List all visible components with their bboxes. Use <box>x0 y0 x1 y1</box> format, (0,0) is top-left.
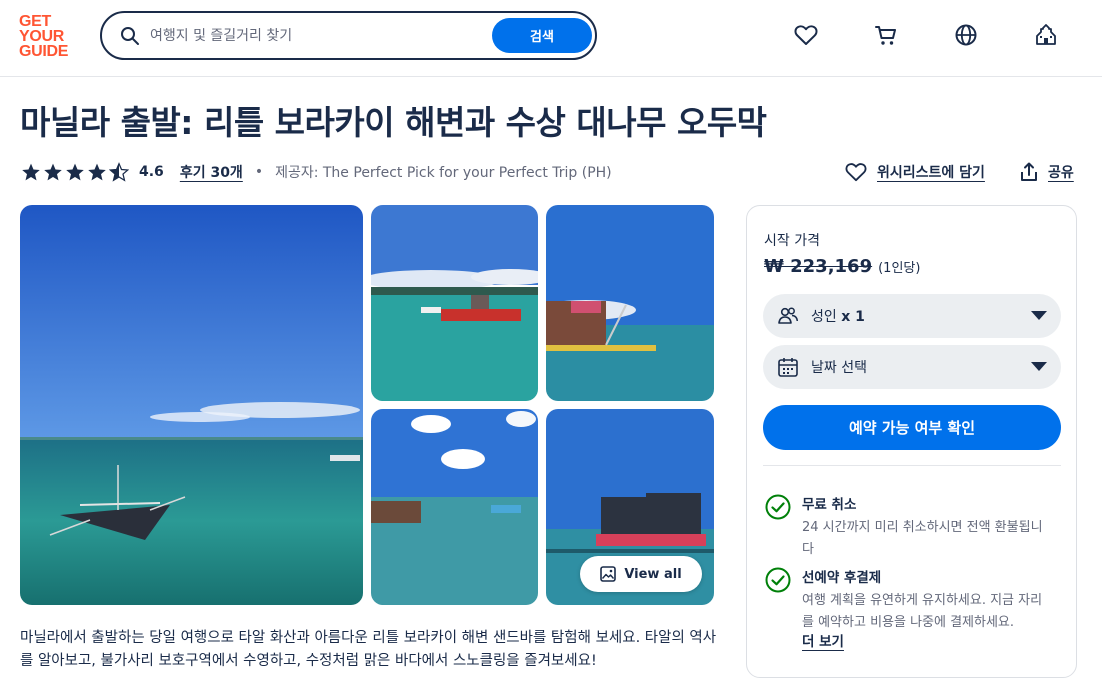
view-all-label: View all <box>624 566 682 582</box>
participants-type: 성인 <box>811 309 837 325</box>
reviews-link[interactable]: 후기 30개 <box>180 162 243 182</box>
participants-icon <box>778 307 799 324</box>
gallery-photo[interactable] <box>371 205 538 401</box>
price-label: 시작 가격 <box>764 233 820 249</box>
participants-label: 성인 x 1 <box>811 306 865 326</box>
gallery-photo-main[interactable] <box>20 205 363 605</box>
wishlist-button[interactable]: 위시리스트에 담기 <box>845 158 985 186</box>
gallery-photo[interactable] <box>371 409 538 605</box>
separator-dot: • <box>254 164 264 180</box>
date-select[interactable]: 날짜 선택 <box>763 345 1061 389</box>
globe-icon[interactable] <box>953 22 979 48</box>
top-header: GET YOUR GUIDE 검색 <box>0 0 1102 77</box>
search-button[interactable]: 검색 <box>492 18 592 53</box>
logo-line: YOUR <box>19 28 65 45</box>
price-value: ₩ 223,169 <box>764 256 873 277</box>
participants-count: x 1 <box>841 309 865 325</box>
booking-card: 시작 가격 ₩ 223,169 (1인당) 성인 x 1 날짜 선택 예약 가능… <box>746 205 1077 678</box>
star-icon <box>22 163 40 181</box>
star-icon <box>44 163 62 181</box>
chevron-down-icon <box>1031 311 1047 320</box>
read-more-link[interactable]: 더 보기 <box>802 630 844 650</box>
share-button[interactable]: 공유 <box>1020 158 1074 186</box>
check-circle-icon <box>765 494 791 520</box>
half-star-icon <box>109 162 129 182</box>
check-availability-button[interactable]: 예약 가능 여부 확인 <box>763 405 1061 450</box>
star-icon <box>66 163 84 181</box>
wishlist-label: 위시리스트에 담기 <box>877 165 985 181</box>
gallery-photo[interactable] <box>546 205 714 401</box>
image-icon <box>600 566 617 582</box>
participants-select[interactable]: 성인 x 1 <box>763 294 1061 338</box>
search-input[interactable] <box>148 23 482 49</box>
date-label: 날짜 선택 <box>811 360 867 376</box>
chevron-down-icon <box>1031 362 1047 371</box>
star-rating <box>21 162 129 182</box>
feature-title: 선예약 후결제 <box>802 570 882 586</box>
logo-line: GET <box>19 13 51 30</box>
price-unit: (1인당) <box>878 261 921 276</box>
cart-icon[interactable] <box>873 22 899 48</box>
share-label: 공유 <box>1048 165 1074 181</box>
divider <box>763 465 1061 466</box>
search-icon <box>120 26 140 50</box>
rating-row: 4.6 후기 30개 • 제공자: The Perfect Pick for y… <box>21 158 612 186</box>
rating-value: 4.6 <box>139 164 164 180</box>
view-all-photos-button[interactable]: View all <box>580 556 702 592</box>
feature-title: 무료 취소 <box>802 497 857 513</box>
price-row: ₩ 223,169 (1인당) <box>764 256 920 277</box>
activity-description: 마닐라에서 출발하는 당일 여행으로 타알 화산과 아름다운 리틀 보라카이 해… <box>20 630 717 669</box>
account-icon[interactable] <box>1033 22 1059 48</box>
feature-description: 여행 계획을 유연하게 유지하세요. 지금 자리를 예약하고 비용을 나중에 결… <box>802 593 1043 630</box>
heart-icon[interactable] <box>793 22 819 48</box>
calendar-icon <box>778 358 798 377</box>
provider-text: 제공자: The Perfect Pick for your Perfect T… <box>275 165 612 181</box>
heart-icon <box>845 163 867 182</box>
check-circle-icon <box>765 567 791 593</box>
search-bar: 검색 <box>100 11 597 60</box>
share-icon <box>1021 162 1037 181</box>
logo-line: GUIDE <box>19 43 69 60</box>
getyourguide-logo[interactable]: GET YOUR GUIDE <box>19 13 79 60</box>
feature-description: 24 시간까지 미리 취소하시면 전액 환불됩니다 <box>802 520 1043 557</box>
star-icon <box>88 163 106 181</box>
page-title: 마닐라 출발: 리틀 보라카이 해변과 수상 대나무 오두막 <box>20 103 767 142</box>
